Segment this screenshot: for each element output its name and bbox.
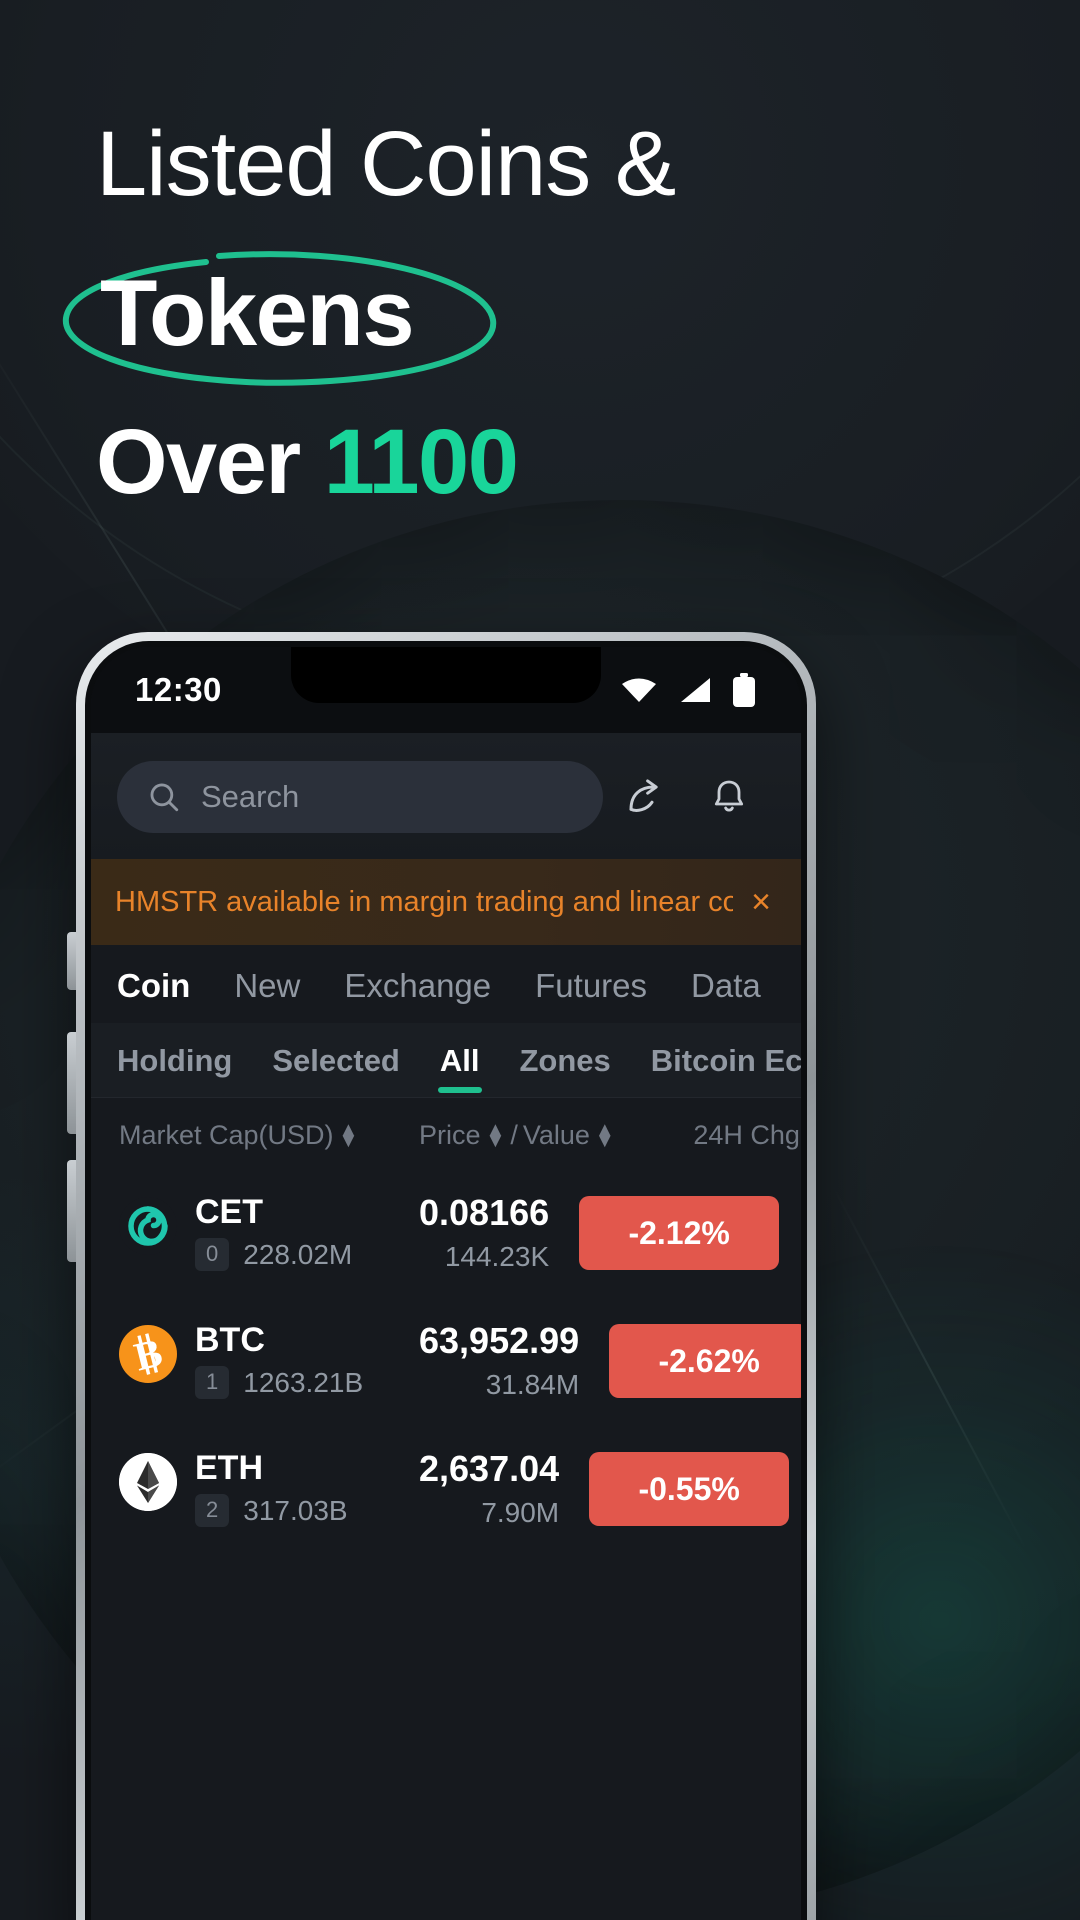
announcement-banner[interactable]: HMSTR available in margin trading and li… bbox=[91, 859, 801, 945]
tab-bitcoin-ecosystem[interactable]: Bitcoin Ecosystem bbox=[631, 1043, 801, 1097]
cet-logo-icon bbox=[119, 1197, 177, 1256]
coin-price: 63,952.99 bbox=[419, 1320, 580, 1361]
tab-bitcoin-ecosystem-label: Bitcoin Ecosystem bbox=[650, 1043, 801, 1078]
signal-icon bbox=[681, 678, 710, 702]
coin-symbol: CET bbox=[195, 1193, 263, 1232]
coin-rank-badge: 0 bbox=[195, 1238, 230, 1271]
tab-data[interactable]: Data bbox=[669, 967, 783, 1005]
coin-price-block: 63,952.99 31.84M bbox=[419, 1323, 609, 1399]
notifications-button[interactable] bbox=[687, 761, 771, 833]
hero-line-2-wrapper: Tokens bbox=[62, 251, 1080, 386]
column-header-market-cap-label: Market Cap(USD) bbox=[119, 1120, 334, 1150]
coin-subline: 1 1263.21B bbox=[195, 1366, 363, 1399]
coin-subline: 2 317.03B bbox=[195, 1494, 348, 1527]
hero-line-3: Over 1100 bbox=[96, 414, 1080, 511]
phone-volume-down-button[interactable] bbox=[67, 1160, 76, 1262]
btc-logo-icon: B bbox=[119, 1325, 177, 1384]
search-placeholder: Search bbox=[201, 779, 300, 814]
coin-list: CET 0 228.02M 0.08166 144.23K -2.12% B B… bbox=[91, 1169, 801, 1553]
coin-market-cap: 228.02M bbox=[243, 1238, 353, 1270]
phone-mockup: 12:30 Search HMSTR available in margin t… bbox=[67, 632, 816, 1920]
tab-zones[interactable]: Zones bbox=[500, 1043, 631, 1097]
coin-price-block: 2,637.04 7.90M bbox=[419, 1451, 589, 1527]
column-header-price-value[interactable]: Price ▲ ▼ / Value ▲ ▼ bbox=[419, 1120, 615, 1151]
phone-mute-button[interactable] bbox=[67, 932, 76, 990]
share-icon bbox=[629, 779, 658, 812]
app-header: Search bbox=[91, 733, 801, 859]
tab-all[interactable]: All bbox=[420, 1043, 500, 1097]
announcement-banner-text: HMSTR available in margin trading and li… bbox=[115, 885, 734, 918]
column-header-change[interactable]: 24H Chg ▲▼ bbox=[615, 1120, 801, 1151]
coin-change-badge[interactable]: -2.12% bbox=[579, 1196, 780, 1270]
coin-change-badge[interactable]: -2.62% bbox=[609, 1324, 801, 1398]
tab-zones-label: Zones bbox=[519, 1043, 611, 1078]
phone-screen: 12:30 Search HMSTR available in margin t… bbox=[91, 647, 801, 1920]
table-row[interactable]: ETH 2 317.03B 2,637.04 7.90M -0.55% bbox=[91, 1425, 801, 1553]
eth-logo-icon bbox=[119, 1453, 177, 1512]
coin-name-block: CET 0 228.02M bbox=[195, 1195, 352, 1271]
coin-identity: B BTC 1 1263.21B bbox=[119, 1323, 419, 1399]
column-header-value-label: Value bbox=[522, 1120, 590, 1150]
coin-price: 2,637.04 bbox=[419, 1448, 560, 1489]
tab-selected[interactable]: Selected bbox=[252, 1043, 420, 1097]
tab-futures[interactable]: Futures bbox=[513, 967, 669, 1005]
sort-icon: ▲ ▼ bbox=[485, 1118, 506, 1152]
hero-line-1: Listed Coins & bbox=[96, 113, 676, 215]
tab-holding-label: Holding bbox=[117, 1043, 233, 1078]
coin-name-block: ETH 2 317.03B bbox=[195, 1451, 348, 1527]
active-tab-indicator bbox=[437, 1087, 482, 1093]
coin-symbol: ETH bbox=[195, 1449, 263, 1488]
coin-identity: CET 0 228.02M bbox=[119, 1195, 419, 1271]
phone-volume-up-button[interactable] bbox=[67, 1032, 76, 1134]
coin-market-cap: 1263.21B bbox=[243, 1366, 364, 1398]
coin-rank-badge: 2 bbox=[195, 1494, 230, 1527]
status-bar: 12:30 bbox=[91, 647, 801, 733]
coin-market-cap: 317.03B bbox=[243, 1494, 348, 1526]
coin-name-block: BTC 1 1263.21B bbox=[195, 1323, 363, 1399]
close-icon[interactable]: × bbox=[733, 885, 771, 919]
tab-exchange[interactable]: Exchange bbox=[322, 967, 513, 1005]
column-header-separator: / bbox=[510, 1120, 518, 1150]
status-bar-clock: 12:30 bbox=[135, 671, 222, 708]
bell-icon bbox=[714, 780, 744, 812]
hero-line-3-prefix: Over bbox=[96, 410, 324, 513]
search-icon bbox=[150, 783, 179, 812]
coin-price-block: 0.08166 144.23K bbox=[419, 1195, 579, 1271]
table-row[interactable]: CET 0 228.02M 0.08166 144.23K -2.12% bbox=[91, 1169, 801, 1297]
sort-icon: ▲ ▼ bbox=[594, 1118, 615, 1152]
coin-rank-badge: 1 bbox=[195, 1366, 230, 1399]
coin-value: 31.84M bbox=[485, 1369, 580, 1400]
tab-holding[interactable]: Holding bbox=[117, 1043, 252, 1097]
tab-all-label: All bbox=[439, 1043, 480, 1078]
tab-selected-label: Selected bbox=[272, 1043, 400, 1078]
sort-icon: ▲ ▼ bbox=[338, 1118, 359, 1152]
status-bar-icons bbox=[619, 673, 757, 707]
hero-line-3-accent: 1100 bbox=[323, 410, 519, 513]
hero-headline: Listed Coins & Tokens Over 1100 bbox=[0, 113, 1080, 511]
phone-notch bbox=[291, 647, 601, 703]
tab-coin[interactable]: Coin bbox=[117, 967, 212, 1005]
column-header-market-cap[interactable]: Market Cap(USD) ▲ ▼ bbox=[119, 1120, 419, 1151]
primary-tab-bar: Coin New Exchange Futures Data bbox=[91, 945, 801, 1023]
coin-change-badge[interactable]: -0.55% bbox=[589, 1452, 790, 1526]
search-input[interactable]: Search bbox=[117, 761, 603, 833]
battery-icon bbox=[733, 673, 755, 707]
coin-identity: ETH 2 317.03B bbox=[119, 1451, 419, 1527]
coin-price: 0.08166 bbox=[419, 1192, 550, 1233]
coin-value: 144.23K bbox=[444, 1241, 550, 1272]
wifi-icon bbox=[622, 678, 656, 702]
tab-new[interactable]: New bbox=[212, 967, 322, 1005]
column-header-row: Market Cap(USD) ▲ ▼ Price ▲ ▼ / Value ▲ ▼ 2… bbox=[91, 1098, 801, 1169]
coin-symbol: BTC bbox=[195, 1321, 265, 1360]
phone-bezel: 12:30 Search HMSTR available in margin t… bbox=[85, 641, 807, 1920]
coin-subline: 0 228.02M bbox=[195, 1238, 352, 1271]
column-header-price-label: Price bbox=[419, 1120, 481, 1150]
secondary-tab-bar: Holding Selected All Zones Bitcoin Ecosy… bbox=[91, 1023, 801, 1098]
share-button[interactable] bbox=[603, 761, 687, 833]
app-content: Search HMSTR available in margin trading… bbox=[91, 733, 801, 1920]
column-header-change-label: 24H Chg bbox=[693, 1120, 800, 1150]
hero-line-2: Tokens bbox=[100, 259, 415, 365]
coin-value: 7.90M bbox=[481, 1497, 560, 1528]
table-row[interactable]: B BTC 1 1263.21B 63,952.99 31.84M -2.62% bbox=[91, 1297, 801, 1425]
